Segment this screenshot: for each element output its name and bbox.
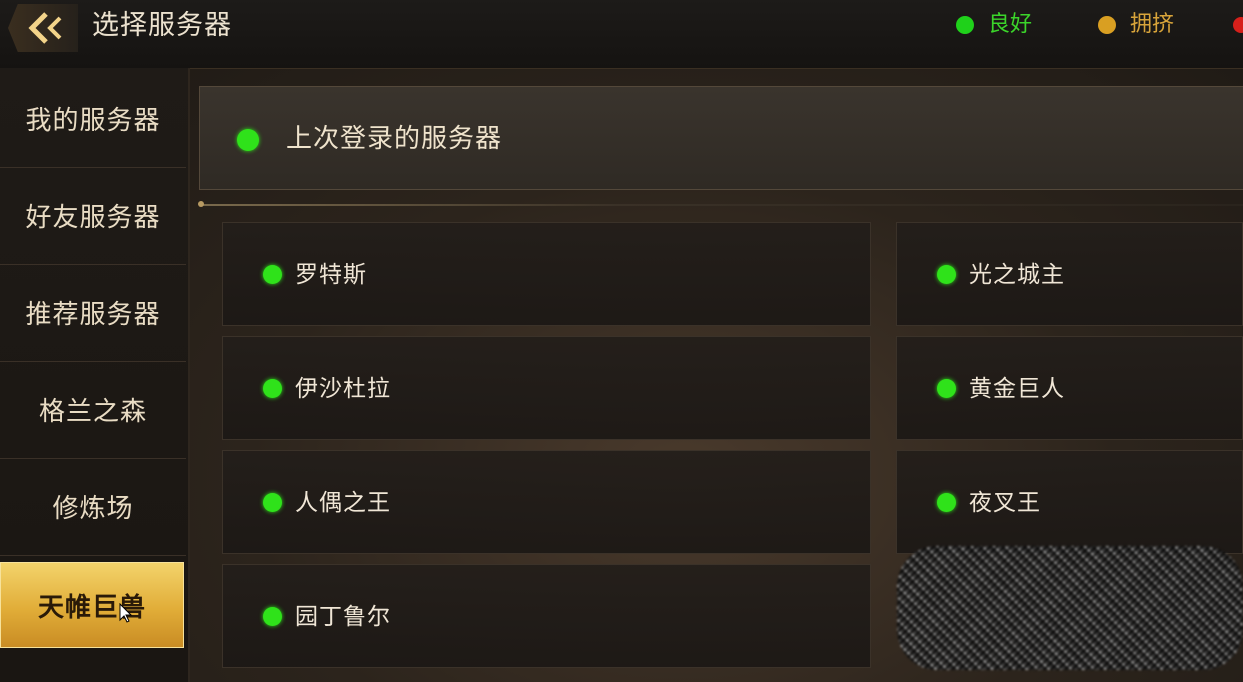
sidebar-item-label: 修炼场 xyxy=(52,494,134,524)
server-name: 黄金巨人 xyxy=(969,376,1065,402)
status-good-icon xyxy=(237,129,259,151)
sidebar-item-gelan-forest[interactable]: 格兰之森 xyxy=(0,361,186,459)
status-dot-icon xyxy=(1098,16,1116,34)
mouse-cursor-icon xyxy=(119,603,133,623)
server-card[interactable]: 黄金巨人 xyxy=(896,336,1243,440)
obscured-server-card xyxy=(897,546,1243,670)
legend-busy: 拥挤 xyxy=(1098,10,1174,40)
top-bar: 选择服务器 良好 拥挤 xyxy=(0,0,1243,69)
status-good-icon xyxy=(263,265,282,284)
status-good-icon xyxy=(263,379,282,398)
sidebar-item-label: 我的服务器 xyxy=(25,106,161,136)
divider xyxy=(199,204,1243,206)
status-good-icon xyxy=(937,265,956,284)
sidebar-item-label: 好友服务器 xyxy=(25,203,161,233)
last-login-label: 上次登录的服务器 xyxy=(286,124,503,154)
server-name: 人偶之王 xyxy=(295,490,391,516)
status-good-icon xyxy=(937,493,956,512)
last-login-server[interactable]: 上次登录的服务器 xyxy=(199,86,1243,190)
server-name: 光之城主 xyxy=(969,262,1065,288)
sidebar-item-tianwei-giant[interactable]: 天帷巨兽 xyxy=(0,562,184,648)
divider-ornament xyxy=(198,201,204,207)
status-dot-icon xyxy=(1233,17,1243,33)
back-button[interactable] xyxy=(8,4,78,52)
legend-good: 良好 xyxy=(956,10,1032,40)
server-card[interactable]: 园丁鲁尔 xyxy=(222,564,871,668)
sidebar-item-my-servers[interactable]: 我的服务器 xyxy=(0,70,186,168)
sidebar-item-label: 格兰之森 xyxy=(38,397,147,427)
server-name: 园丁鲁尔 xyxy=(295,604,391,630)
status-good-icon xyxy=(263,607,282,626)
server-card[interactable]: 夜叉王 xyxy=(896,450,1243,554)
double-chevron-left-icon xyxy=(28,12,62,44)
sidebar-item-training-ground[interactable]: 修炼场 xyxy=(0,458,186,556)
status-dot-icon xyxy=(956,16,974,34)
server-card[interactable]: 罗特斯 xyxy=(222,222,871,326)
server-name: 罗特斯 xyxy=(295,262,367,288)
legend-busy-label: 拥挤 xyxy=(1130,12,1175,37)
status-good-icon xyxy=(937,379,956,398)
server-name: 夜叉王 xyxy=(969,490,1041,516)
server-category-sidebar: 我的服务器 好友服务器 推荐服务器 格兰之森 修炼场 天帷巨兽 xyxy=(0,68,190,682)
server-card[interactable]: 光之城主 xyxy=(896,222,1243,326)
page-title: 选择服务器 xyxy=(92,10,232,41)
server-name: 伊沙杜拉 xyxy=(295,376,391,402)
sidebar-item-label: 推荐服务器 xyxy=(25,300,161,330)
legend-good-label: 良好 xyxy=(988,12,1033,37)
sidebar-item-recommended-servers[interactable]: 推荐服务器 xyxy=(0,264,186,362)
status-good-icon xyxy=(263,493,282,512)
sidebar-item-friend-servers[interactable]: 好友服务器 xyxy=(0,167,186,265)
server-card[interactable]: 伊沙杜拉 xyxy=(222,336,871,440)
server-card[interactable]: 人偶之王 xyxy=(222,450,871,554)
